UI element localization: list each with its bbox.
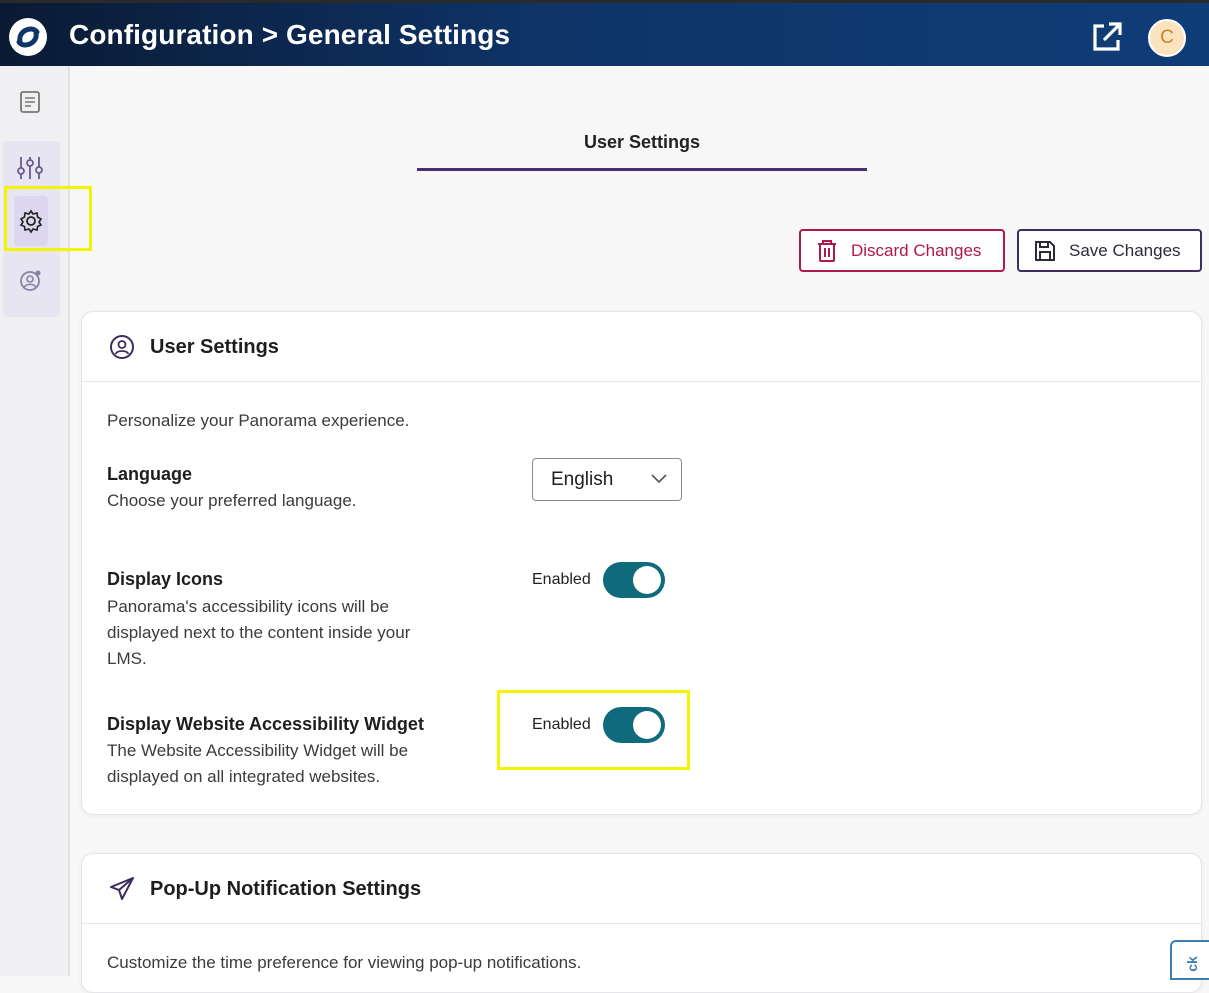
description-line: LMS.	[107, 649, 147, 668]
language-select[interactable]: English	[532, 458, 682, 501]
discard-changes-button[interactable]: Discard Changes	[799, 229, 1005, 272]
document-icon[interactable]	[14, 86, 46, 118]
card-description: Customize the time preference for viewin…	[107, 953, 582, 972]
highlight-box-widget-toggle	[497, 690, 690, 770]
description-line: displayed on all integrated websites.	[107, 767, 381, 786]
user-circle-icon	[110, 335, 134, 359]
popup-settings-card: Pop-Up Notification Settings Customize t…	[81, 853, 1202, 993]
top-bar: Configuration > General Settings C	[0, 0, 1209, 66]
display-widget-title: Display Website Accessibility Widget	[107, 714, 424, 734]
discard-changes-label: Discard Changes	[851, 240, 982, 260]
display-icons-toggle-label: Enabled	[532, 571, 591, 588]
trash-icon	[818, 239, 836, 262]
card-title: Pop-Up Notification Settings	[150, 878, 422, 900]
display-icons-description: Panorama's accessibility icons will be d…	[107, 594, 410, 672]
description-line: The Website Accessibility Widget will be	[107, 741, 409, 760]
toggle-knob	[633, 566, 661, 594]
open-external-icon[interactable]	[1090, 20, 1124, 54]
save-icon	[1035, 240, 1055, 261]
paper-plane-icon	[110, 877, 134, 900]
chevron-down-icon	[651, 474, 667, 484]
feedback-tab-label: ck	[1183, 956, 1200, 972]
save-changes-button[interactable]: Save Changes	[1017, 229, 1202, 272]
language-description: Choose your preferred language.	[107, 491, 357, 510]
tab-active-indicator	[417, 168, 867, 171]
description-line: Panorama's accessibility icons will be	[107, 597, 389, 616]
display-icons-toggle[interactable]	[603, 562, 665, 598]
card-header: Pop-Up Notification Settings	[82, 854, 1201, 924]
user-avatar[interactable]: C	[1148, 19, 1186, 57]
language-selected-value: English	[551, 469, 614, 490]
save-changes-label: Save Changes	[1069, 240, 1181, 260]
description-line: displayed next to the content inside you…	[107, 623, 411, 642]
display-icons-title: Display Icons	[107, 569, 224, 589]
card-header: User Settings	[82, 312, 1201, 382]
display-widget-description: The Website Accessibility Widget will be…	[107, 738, 408, 790]
app-logo-icon[interactable]	[6, 15, 50, 59]
feedback-tab[interactable]: ck	[1170, 940, 1209, 980]
sliders-icon[interactable]	[14, 152, 46, 184]
card-description: Personalize your Panorama experience.	[107, 411, 410, 430]
highlight-box-sidebar	[4, 186, 92, 251]
card-title: User Settings	[150, 336, 279, 358]
tab-user-settings[interactable]: User Settings	[417, 132, 867, 153]
page-title: Configuration > General Settings	[69, 19, 511, 50]
language-title: Language	[107, 464, 193, 484]
user-settings-icon[interactable]	[14, 265, 46, 297]
